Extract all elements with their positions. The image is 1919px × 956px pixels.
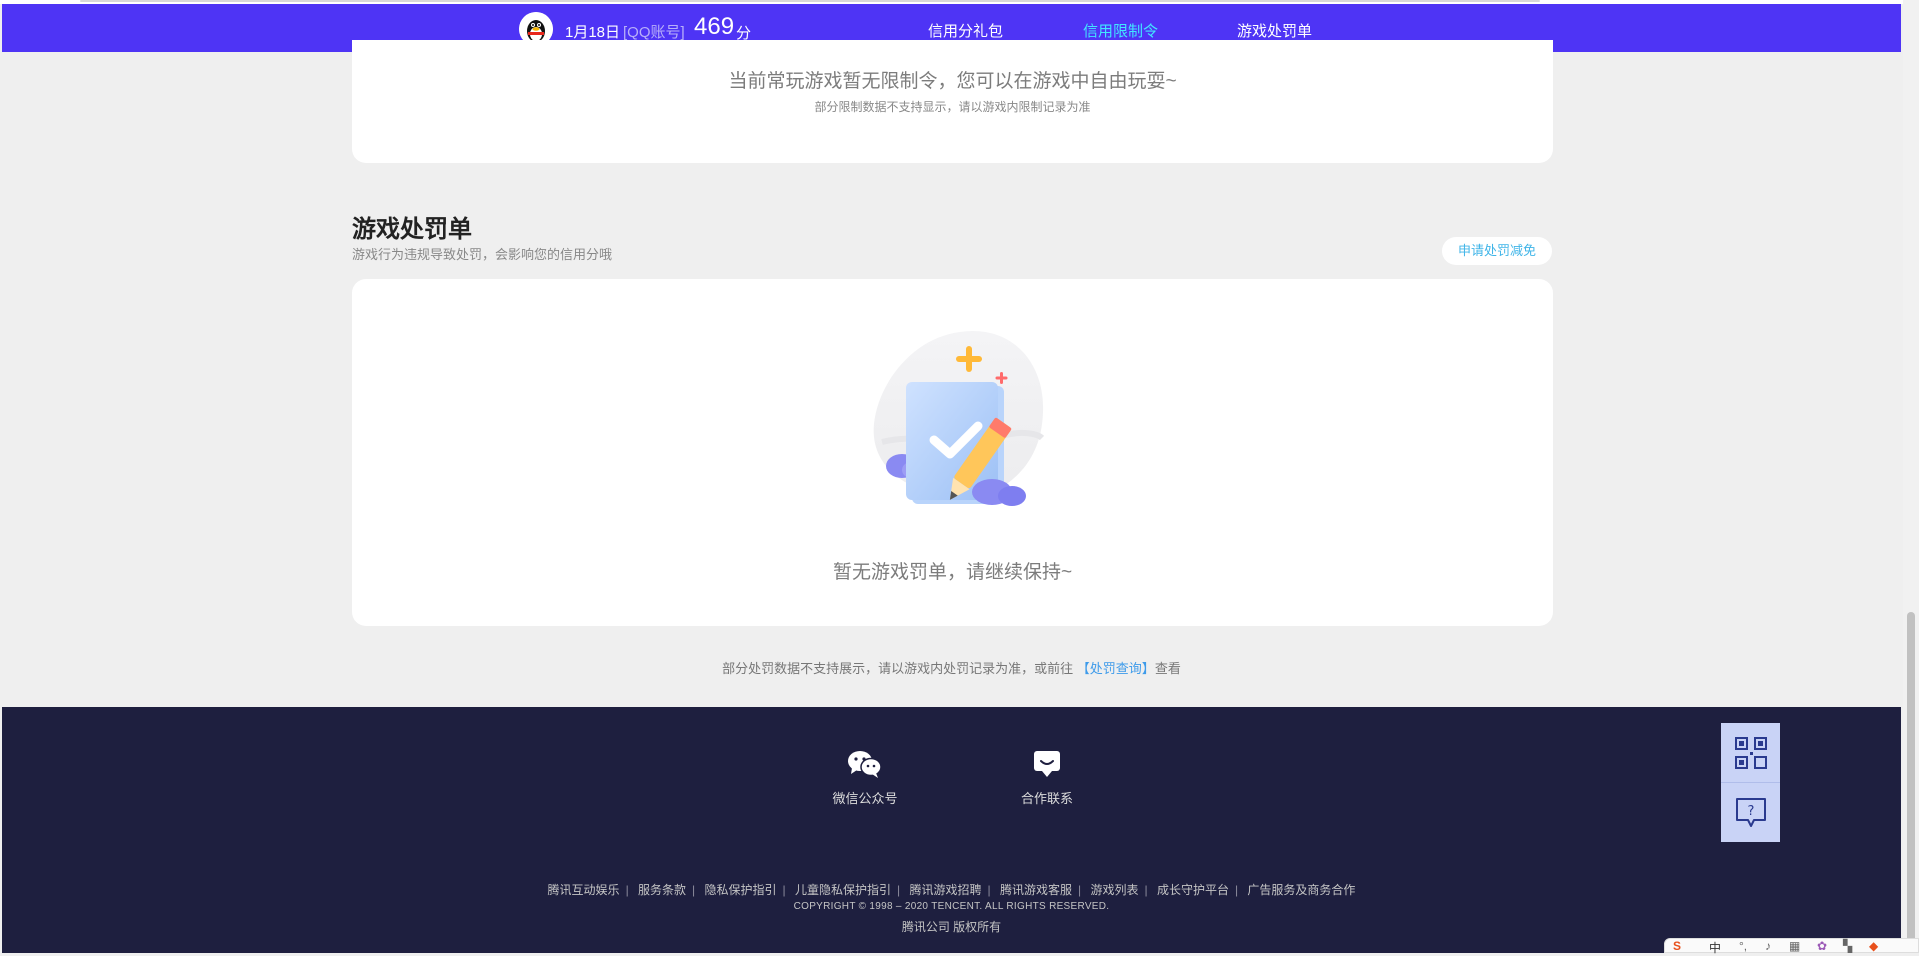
footer: 微信公众号 合作联系 腾讯互动娱乐 | 服务条款 | 隐私保护指引 | 儿童隐私保护指…: [2, 707, 1901, 953]
footer-link-separator: |: [782, 883, 786, 897]
scrollbar-thumb[interactable]: [1907, 612, 1915, 942]
penalty-query-link[interactable]: 【处罚查询】: [1077, 661, 1155, 676]
footer-link-careers[interactable]: 腾讯游戏招聘: [909, 883, 981, 897]
footer-company: 腾讯公司 版权所有: [901, 920, 1002, 934]
restriction-message: 当前常玩游戏暂无限制令，您可以在游戏中自由玩耍~: [728, 71, 1177, 92]
browser-tab-edge: [80, 0, 1540, 2]
wechat-account-label: 微信公众号: [832, 791, 898, 806]
ime-punctuation-icon[interactable]: °,: [1739, 939, 1747, 953]
footer-link-tencent-ent[interactable]: 腾讯互动娱乐: [548, 883, 620, 897]
qr-code-icon: [1734, 736, 1767, 769]
bottom-note-suffix: 查看: [1154, 661, 1181, 676]
side-float-panel: ?: [1721, 723, 1780, 842]
ime-keyboard-icon[interactable]: ▦: [1789, 939, 1800, 953]
footer-link-terms[interactable]: 服务条款: [638, 883, 686, 897]
footer-link-child-privacy[interactable]: 儿童隐私保护指引: [795, 883, 891, 897]
ime-skin-icon[interactable]: ✿: [1817, 939, 1827, 953]
ime-extra-icon[interactable]: ◆: [1869, 939, 1878, 953]
appeal-button[interactable]: 申请处罚减免: [1442, 237, 1552, 265]
nav-link-penalty[interactable]: 游戏处罚单: [1237, 20, 1312, 41]
footer-link-separator: |: [692, 883, 696, 897]
nav-account-type: [QQ账号]: [623, 24, 685, 41]
ime-toolbar: S 中 °, ♪ ▦ ✿ ▚ ◆: [1664, 938, 1919, 956]
section-title: 游戏处罚单: [352, 216, 472, 243]
svg-text:?: ?: [1747, 804, 1754, 819]
cooperation-contact-button[interactable]: 合作联系: [992, 749, 1102, 807]
ime-mode-toggle[interactable]: 中: [1709, 939, 1721, 956]
bottom-note-prefix: 部分处罚数据不支持展示，请以游戏内处罚记录为准，或前往: [722, 661, 1074, 676]
footer-link-separator: |: [1077, 883, 1082, 897]
nav-link-restriction[interactable]: 信用限制令: [1083, 20, 1158, 41]
footer-link-separator: |: [625, 883, 629, 897]
ime-toolbox-icon[interactable]: ▚: [1843, 939, 1852, 953]
footer-link-separator: |: [987, 883, 991, 897]
penalty-bottom-note: 部分处罚数据不支持展示，请以游戏内处罚记录为准，或前往 【处罚查询】查看: [0, 658, 1903, 677]
footer-link-separator: |: [897, 883, 901, 897]
help-chat-icon: ?: [1735, 797, 1766, 827]
restriction-note: 部分限制数据不支持显示，请以游戏内限制记录为准: [814, 100, 1091, 114]
section-subtitle: 游戏行为违规导致处罚，会影响您的信用分哦: [352, 247, 613, 262]
footer-link-separator: |: [1234, 883, 1239, 897]
footer-link-ads[interactable]: 广告服务及商务合作: [1247, 883, 1355, 897]
footer-copyright: COPYRIGHT © 1998 – 2020 TENCENT. ALL RIG…: [793, 901, 1110, 912]
wechat-icon: [848, 751, 882, 778]
empty-penalty-message: 暂无游戏罚单，请继续保持~: [832, 562, 1073, 583]
message-bubble-icon: [1034, 751, 1060, 777]
wechat-account-button[interactable]: 微信公众号: [810, 749, 920, 807]
qr-code-button[interactable]: [1721, 723, 1780, 782]
footer-link-growth-guard[interactable]: 成长守护平台: [1157, 883, 1229, 897]
footer-link-game-list[interactable]: 游戏列表: [1090, 883, 1138, 897]
footer-link-privacy[interactable]: 隐私保护指引: [705, 883, 777, 897]
ime-voice-icon[interactable]: ♪: [1765, 939, 1771, 953]
page-scrollbar[interactable]: [1903, 0, 1919, 953]
credit-score: 469: [694, 13, 735, 40]
footer-link-support[interactable]: 腾讯游戏客服: [1000, 883, 1072, 897]
penalty-card: 暂无游戏罚单，请继续保持~: [352, 279, 1553, 626]
footer-links: 腾讯互动娱乐 | 服务条款 | 隐私保护指引 | 儿童隐私保护指引 | 腾讯游戏招聘 | …: [2, 881, 1901, 898]
help-button[interactable]: ?: [1721, 783, 1780, 842]
nav-link-credit-gift[interactable]: 信用分礼包: [928, 20, 1003, 41]
restriction-card: 当前常玩游戏暂无限制令，您可以在游戏中自由玩耍~ 部分限制数据不支持显示，请以游…: [352, 40, 1553, 163]
ime-logo-icon[interactable]: S: [1673, 939, 1681, 953]
nav-date: 1月18日: [565, 24, 621, 41]
footer-link-separator: |: [1144, 883, 1148, 897]
cooperation-contact-label: 合作联系: [1020, 791, 1073, 806]
empty-state-illustration: [873, 330, 1045, 506]
